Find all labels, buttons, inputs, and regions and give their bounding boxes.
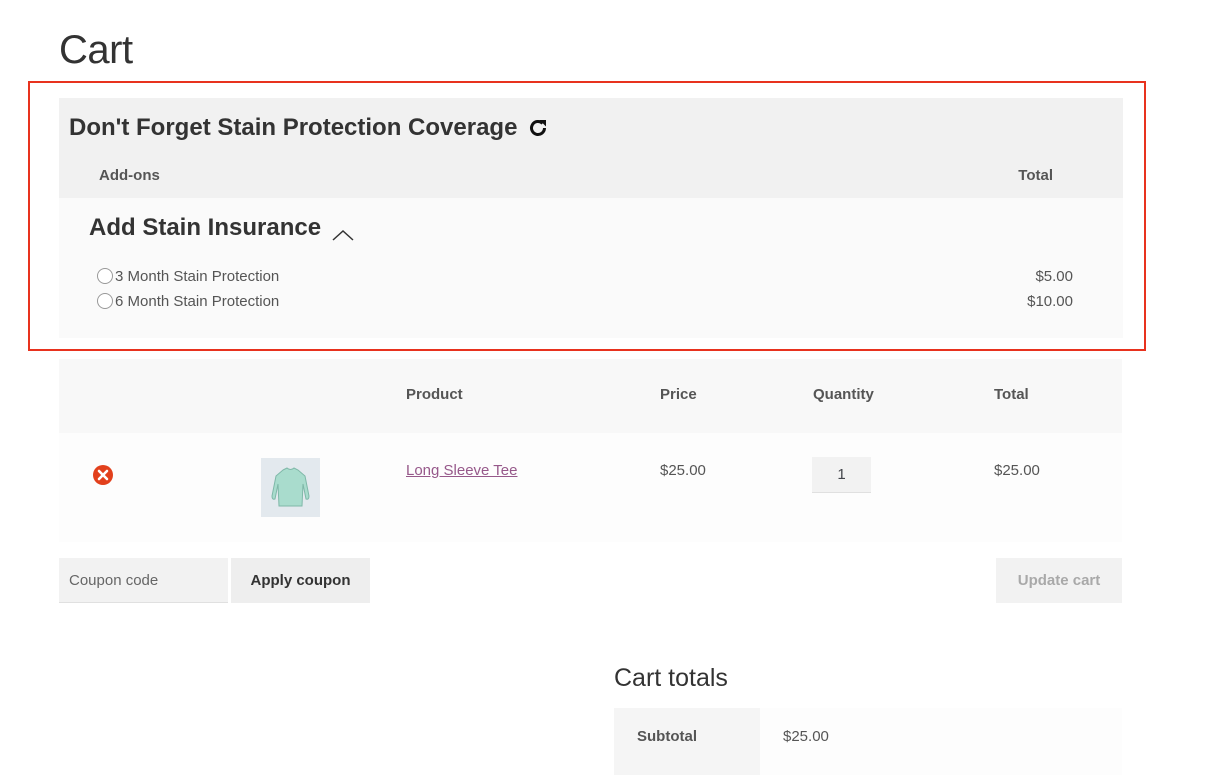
addons-column-header: Add-ons <box>99 167 160 184</box>
table-row: Long Sleeve Tee $25.00 $25.00 <box>59 433 1122 542</box>
subtotal-value-cell: $25.00 <box>760 708 1122 775</box>
item-price: $25.00 <box>660 462 706 479</box>
coupon-input[interactable] <box>59 558 228 603</box>
update-cart-button[interactable]: Update cart <box>996 558 1122 603</box>
addon-radio[interactable] <box>97 268 113 284</box>
addon-option-price: $10.00 <box>1027 292 1073 310</box>
addon-heading: Don't Forget Stain Protection Coverage <box>69 114 549 142</box>
refresh-icon[interactable] <box>527 117 549 139</box>
chevron-up-icon[interactable] <box>331 221 355 241</box>
cart-table-header: Product Price Quantity Total <box>59 359 1122 433</box>
addons-total-column-header: Total <box>1018 167 1053 184</box>
column-price: Price <box>660 386 697 403</box>
addon-group-title-text: Add Stain Insurance <box>89 214 322 241</box>
product-thumbnail[interactable] <box>261 458 320 517</box>
subtotal-label-cell: Subtotal <box>614 708 760 775</box>
column-quantity: Quantity <box>813 386 874 403</box>
addon-option-label: 6 Month Stain Protection <box>115 292 280 310</box>
column-total: Total <box>994 386 1029 403</box>
cart-totals-title: Cart totals <box>614 664 728 692</box>
addon-radio[interactable] <box>97 293 113 309</box>
product-link[interactable]: Long Sleeve Tee <box>406 462 517 479</box>
subtotal-label: Subtotal <box>637 728 697 745</box>
addon-option-label: 3 Month Stain Protection <box>115 267 280 285</box>
apply-coupon-button[interactable]: Apply coupon <box>231 558 370 603</box>
addon-panel: Don't Forget Stain Protection Coverage A… <box>59 98 1123 338</box>
shirt-icon <box>271 467 310 507</box>
addon-option[interactable]: 6 Month Stain Protection $10.00 <box>97 290 1073 312</box>
remove-item-icon[interactable] <box>92 464 114 486</box>
addon-group-title[interactable]: Add Stain Insurance <box>89 214 355 242</box>
addon-heading-text: Don't Forget Stain Protection Coverage <box>69 114 518 141</box>
page-title: Cart <box>59 28 133 72</box>
addon-option[interactable]: 3 Month Stain Protection $5.00 <box>97 265 1073 287</box>
quantity-input[interactable] <box>812 457 871 493</box>
item-total: $25.00 <box>994 462 1040 479</box>
addon-option-price: $5.00 <box>1035 267 1073 285</box>
addon-header: Don't Forget Stain Protection Coverage A… <box>59 98 1123 198</box>
column-product: Product <box>406 386 463 403</box>
subtotal-value: $25.00 <box>783 728 829 745</box>
